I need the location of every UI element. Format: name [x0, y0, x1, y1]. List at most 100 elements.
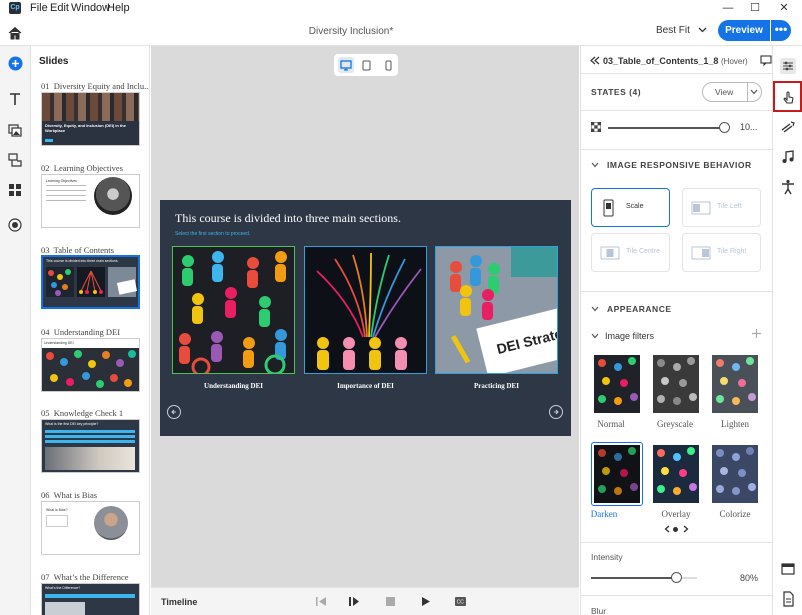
properties-icon[interactable] — [780, 58, 796, 74]
slide-label-05[interactable]: 05 Knowledge Check 1 — [41, 408, 123, 418]
filter-colorize[interactable] — [712, 445, 758, 503]
filter-label: Overlay — [661, 509, 691, 519]
animation-icon[interactable] — [780, 119, 796, 135]
menu-help[interactable]: Help — [107, 2, 130, 14]
page-dot[interactable] — [673, 527, 678, 532]
text-icon[interactable] — [8, 92, 23, 107]
mobile-view-icon[interactable] — [383, 60, 394, 71]
chevron-down-icon[interactable] — [698, 26, 707, 33]
people-image — [173, 247, 294, 373]
widgets-icon[interactable] — [8, 183, 23, 198]
scale-icon — [603, 199, 614, 217]
interactions-icon[interactable] — [8, 153, 23, 168]
play-icon[interactable] — [420, 596, 431, 607]
people-photo — [94, 177, 132, 215]
filter-greyscale[interactable] — [653, 355, 699, 413]
person-photo — [94, 506, 128, 540]
slide-thumb-05[interactable]: What is the first DEI key principle? — [41, 419, 140, 473]
document-icon[interactable] — [780, 591, 796, 607]
menu-edit[interactable]: Edit — [50, 2, 69, 14]
interaction-hand-icon[interactable] — [780, 89, 796, 105]
slide-label-07[interactable]: 07 What’s the Difference — [41, 572, 129, 582]
slide-label-02[interactable]: 02 Learning Objectives — [41, 163, 123, 173]
view-states-button[interactable]: View — [702, 82, 762, 102]
behavior-tile-left[interactable]: Tile Left — [682, 188, 761, 227]
more-options-button[interactable]: ••• — [771, 20, 791, 41]
preview-button[interactable]: Preview — [718, 20, 770, 41]
filter-overlay[interactable] — [653, 445, 699, 503]
accessibility-icon[interactable] — [780, 179, 796, 195]
record-icon[interactable] — [8, 218, 23, 233]
chevron-down-icon[interactable] — [591, 306, 599, 312]
chevron-down-icon[interactable] — [591, 162, 599, 168]
thumb-line — [46, 185, 86, 186]
dei-strategy-image: DEI Strate — [436, 247, 557, 373]
opacity-slider-track[interactable] — [608, 127, 724, 129]
comment-icon[interactable] — [760, 55, 772, 66]
next-slide-icon[interactable] — [549, 405, 563, 419]
slide-label-06[interactable]: 06 What is Bias — [41, 490, 97, 500]
slide-thumb-06[interactable]: What is Bias? — [41, 501, 140, 555]
thumb-line — [46, 195, 86, 196]
thumb-button — [45, 139, 53, 142]
slide-label-01[interactable]: 01 Diversity Equity and Inclu... — [41, 81, 149, 91]
rewind-icon[interactable] — [315, 596, 327, 607]
slide-thumb-07[interactable]: What's the Difference? — [41, 583, 140, 615]
behavior-tile-centre[interactable]: Tile Centre — [591, 233, 670, 272]
slide-thumb-02[interactable]: Learning Objectives — [41, 174, 140, 228]
opacity-slider-thumb[interactable] — [719, 122, 730, 133]
behavior-scale[interactable]: Scale — [591, 188, 670, 227]
audio-icon[interactable] — [780, 149, 796, 165]
slide-thumb-01[interactable]: Diversity, Equity, and Inclusion (DEI) i… — [41, 92, 140, 146]
prev-slide-icon[interactable] — [167, 405, 181, 419]
image-filters-label[interactable]: Image filters — [605, 331, 654, 341]
behavior-tile-right[interactable]: Tile Right — [682, 233, 761, 272]
captions-icon[interactable]: CC — [454, 596, 467, 607]
intensity-slider-thumb[interactable] — [670, 572, 682, 583]
slide-thumb-03[interactable]: This course is divided into three main s… — [41, 255, 140, 309]
filter-darken[interactable] — [594, 445, 640, 503]
timeline-label[interactable]: Timeline — [161, 597, 197, 607]
menu-bar: Cp File Edit Window Help — ☐ ✕ — [0, 0, 802, 16]
home-icon[interactable] — [8, 26, 23, 41]
thumb-card-2 — [77, 267, 105, 297]
menu-window[interactable]: Window — [71, 2, 110, 14]
add-icon[interactable] — [8, 56, 23, 71]
slide-label-03[interactable]: 03 Table of Contents — [41, 245, 114, 255]
object-name: 03_Table_of_Contents_1_8 — [603, 56, 719, 66]
media-icon[interactable] — [8, 123, 23, 138]
thumb-title: Diversity, Equity, and Inclusion (DEI) i… — [45, 123, 126, 133]
slides-panel: Slides 01 Diversity Equity and Inclu... … — [31, 46, 150, 615]
filter-normal[interactable] — [594, 355, 640, 413]
panel-layout-icon[interactable] — [780, 561, 796, 577]
tablet-view-icon[interactable] — [361, 60, 372, 71]
slide-label-04[interactable]: 04 Understanding DEI — [41, 327, 120, 337]
collapse-panel-icon[interactable] — [590, 56, 600, 65]
thumb-heading: Learning Objectives — [46, 179, 77, 183]
card-understanding-dei[interactable] — [172, 246, 295, 374]
card-importance-of-dei[interactable] — [304, 246, 427, 374]
filters-next-icon[interactable] — [683, 525, 689, 533]
close-window-button[interactable]: ✕ — [774, 1, 794, 15]
desktop-view-icon[interactable] — [338, 57, 354, 73]
slides-panel-title: Slides — [39, 56, 69, 67]
chevron-down-icon[interactable] — [591, 333, 599, 339]
responsive-behavior-header[interactable]: IMAGE RESPONSIVE BEHAVIOR — [607, 160, 752, 170]
thumb-question: What is the first DEI key principle? — [45, 422, 99, 426]
filter-lighten[interactable] — [712, 355, 758, 413]
menu-file[interactable]: File — [30, 2, 48, 14]
maximize-button[interactable]: ☐ — [745, 1, 765, 15]
states-label: STATES (4) — [591, 87, 642, 97]
card-practicing-dei[interactable]: DEI Strate — [435, 246, 558, 374]
chevron-down-icon[interactable] — [750, 89, 758, 95]
appearance-header[interactable]: APPEARANCE — [607, 304, 672, 314]
divider — [581, 110, 772, 111]
add-filter-icon[interactable] — [752, 329, 761, 338]
step-icon[interactable] — [348, 596, 360, 607]
filters-prev-icon[interactable] — [664, 525, 670, 533]
slide-thumb-04[interactable]: Understanding DEI — [41, 338, 140, 392]
intensity-label: Intensity — [591, 552, 623, 562]
stop-icon[interactable] — [385, 596, 396, 607]
minimize-button[interactable]: — — [718, 1, 738, 15]
zoom-select[interactable]: Best Fit — [656, 25, 690, 36]
